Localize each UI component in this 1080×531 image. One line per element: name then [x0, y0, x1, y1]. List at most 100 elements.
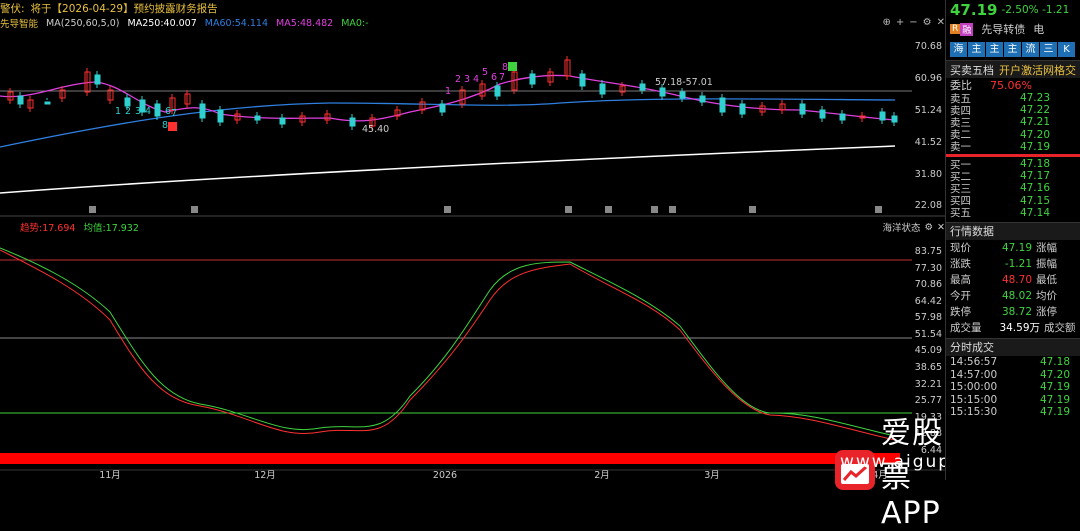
quote-row: 现价 47.19 涨幅 — [946, 240, 1080, 256]
settings-icon[interactable]: ⚙ — [923, 17, 932, 28]
candle-body — [679, 91, 686, 99]
orderbook-header: 买卖五档 开户激活网格交 — [946, 60, 1080, 78]
candle-body — [819, 109, 826, 119]
candle-body — [879, 111, 886, 121]
current-price: 47.19 — [950, 1, 998, 19]
tab-r[interactable]: R — [950, 24, 961, 34]
x-tick-label: 12月 — [254, 470, 276, 480]
average-line — [0, 247, 896, 437]
zoom-in-icon[interactable]: + — [896, 17, 904, 28]
bid-price: 47.16 — [1019, 182, 1050, 195]
candle-body — [839, 113, 846, 121]
zoom-out-icon[interactable]: − — [909, 17, 917, 28]
event-marker — [444, 206, 451, 213]
event-marker — [875, 206, 882, 213]
indicator-name[interactable]: 先导智能 — [0, 16, 38, 30]
sub-legend: 趋势:17.694 均值:17.932 — [20, 220, 139, 234]
tick-time: 15:15:00 — [950, 393, 998, 406]
y-tick-label: 70.68 — [915, 41, 942, 52]
candle-body — [659, 87, 666, 97]
tick-row: 14:56:57 47.18 — [946, 356, 1080, 369]
td-seq-before: 5 — [155, 106, 161, 117]
quote-key: 跌停 — [950, 306, 971, 319]
trend-line — [0, 249, 896, 441]
sub-y-tick-label: 25.77 — [915, 395, 942, 406]
quote-header: 行情数据 — [946, 221, 1080, 240]
bid-price: 47.15 — [1019, 194, 1050, 207]
tab-convertible-bond[interactable]: 先导转债 — [981, 21, 1025, 37]
y-tick-label: 41.52 — [915, 137, 942, 148]
panel-tabs: R 融 先导转债 电 — [946, 20, 1080, 38]
quote-key: 现价 — [950, 242, 971, 255]
notice-bar: 警伏: 将于【2026-04-29】预约披露财务报告 — [0, 0, 945, 16]
add-icon[interactable]: ⊕ — [882, 17, 890, 28]
event-marker — [191, 206, 198, 213]
chart-controls: ⊕ + − ⚙ ✕ — [882, 17, 945, 28]
quote-value: 34.59万 — [999, 322, 1040, 335]
candle-body — [639, 83, 646, 91]
bid-price: 47.18 — [1019, 158, 1050, 171]
price-header: 47.19 -2.50% -1.21 — [946, 0, 1080, 20]
btn-three[interactable]: 三 — [1040, 41, 1057, 57]
red-signal-bar — [0, 453, 900, 464]
candle-body — [254, 115, 261, 121]
btn-main-2[interactable]: 主 — [986, 41, 1003, 57]
tick-price: 47.19 — [1039, 393, 1070, 406]
btn-main-3[interactable]: 主 — [1004, 41, 1021, 57]
ask-row[interactable]: 卖一 47.19 — [946, 141, 1080, 154]
orderbook-title: 买卖五档 — [950, 63, 994, 77]
sub-chart-title[interactable]: 海洋状态 — [882, 220, 920, 234]
quote-row: 跌停 38.72 涨停 — [946, 304, 1080, 320]
ask-price: 47.21 — [1019, 116, 1050, 129]
btn-main-1[interactable]: 主 — [968, 41, 985, 57]
sub-y-tick-label: 64.42 — [915, 296, 942, 307]
quote-value: 48.02 — [1001, 289, 1032, 302]
candle-body — [699, 95, 706, 103]
candle-body — [494, 85, 501, 97]
event-marker — [749, 206, 756, 213]
quote-panel: 47.19 -2.50% -1.21 R 融 先导转债 电 海 主 主 主 流 … — [945, 0, 1080, 480]
btn-ocean[interactable]: 海 — [950, 41, 967, 57]
ma250-line — [0, 145, 896, 194]
td-seq-before: 1 — [115, 106, 121, 117]
x-tick-label: 2026 — [433, 470, 457, 480]
chart-area[interactable]: 70.68 60.96 51.24 41.52 31.80 22.08 83.75 77.30… — [0, 0, 1030, 531]
candle-body — [349, 117, 356, 127]
close-icon[interactable]: ✕ — [937, 17, 945, 28]
td-seq-before: 4 — [145, 106, 151, 117]
bid-row[interactable]: 买五 47.14 — [946, 207, 1080, 220]
event-marker — [565, 206, 572, 213]
candle-body — [124, 97, 131, 107]
tick-row: 15:00:00 47.19 — [946, 381, 1080, 394]
kline-chart-svg[interactable]: 70.68 60.96 51.24 41.52 31.80 22.08 83.75 77.30… — [0, 0, 945, 480]
td-seq-after: 3 — [464, 74, 470, 85]
event-marker — [605, 206, 612, 213]
tab-margin[interactable]: 融 — [960, 22, 974, 36]
sub-y-tick-label: 83.75 — [915, 246, 942, 257]
td-seq-after: 1 — [445, 86, 451, 97]
candle-body — [279, 117, 286, 125]
quote-row: 最高 48.70 最低 — [946, 272, 1080, 288]
open-account-link[interactable]: 开户激活网格交 — [999, 62, 1076, 78]
ma-legend: 先导智能 MA(250,60,5,0) MA250:40.007 MA60:54… — [0, 16, 900, 31]
sub-y-tick-label: 57.98 — [915, 312, 942, 323]
quote-value: -1.21 — [1004, 257, 1032, 270]
quote-key2: 均价 — [1036, 290, 1057, 303]
ask-price: 47.23 — [1019, 92, 1050, 105]
tick-price: 47.19 — [1039, 381, 1070, 394]
x-tick-label: 11月 — [99, 470, 121, 480]
quote-key: 涨跌 — [950, 258, 971, 271]
btn-k[interactable]: K — [1058, 41, 1075, 57]
quote-key2: 成交额 — [1044, 322, 1076, 335]
quote-key2: 涨停 — [1036, 306, 1057, 319]
td-seq-after: 4 — [473, 74, 479, 85]
btn-flow[interactable]: 流 — [1022, 41, 1039, 57]
close-icon[interactable]: ✕ — [937, 222, 945, 233]
bid-price: 47.17 — [1019, 170, 1050, 183]
y-tick-label: 22.08 — [915, 200, 942, 211]
tab-more[interactable]: 电 — [1033, 21, 1044, 37]
ma-params[interactable]: MA(250,60,5,0) — [46, 18, 119, 29]
td-seq-before: 3 — [135, 106, 141, 117]
settings-icon[interactable]: ⚙ — [925, 222, 934, 233]
tick-row: 14:57:00 47.20 — [946, 368, 1080, 381]
